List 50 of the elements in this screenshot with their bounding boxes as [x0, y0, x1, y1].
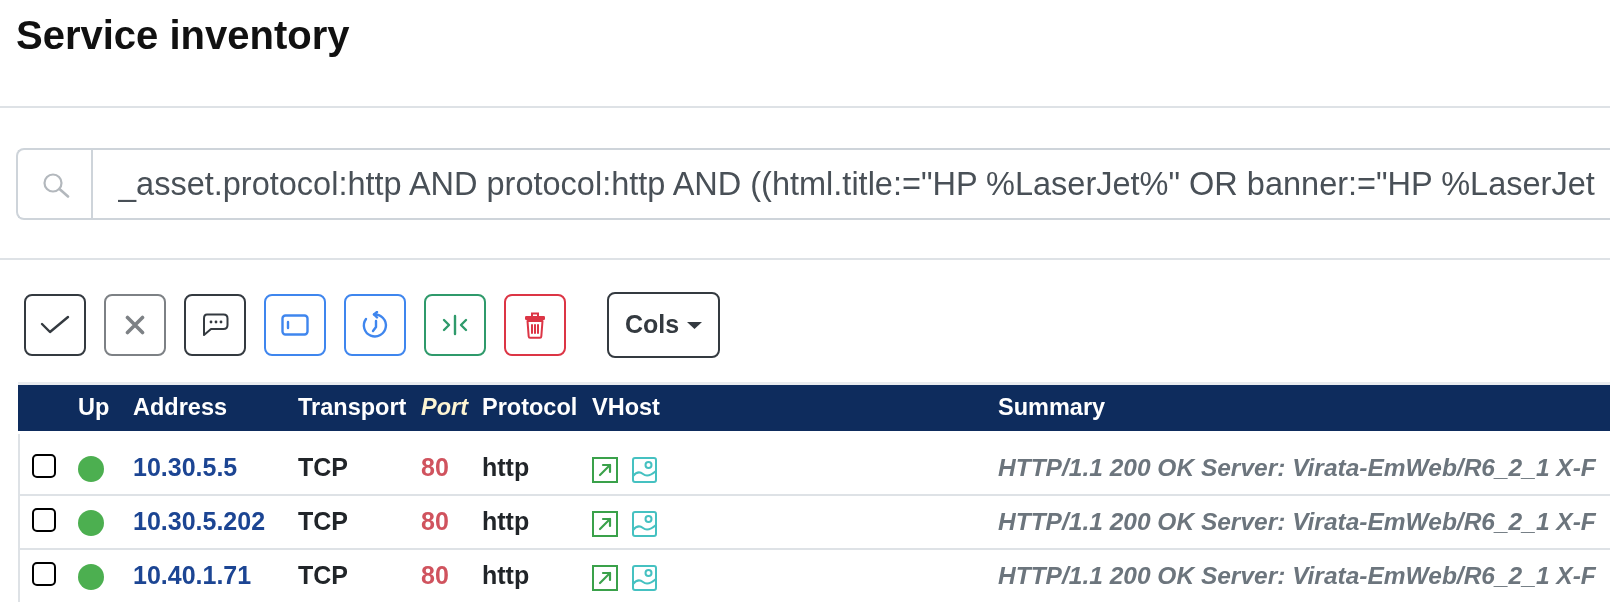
rectangle-icon [281, 314, 309, 336]
delete-button[interactable] [504, 294, 566, 356]
search-icon [42, 172, 70, 198]
column-header[interactable]: Protocol [482, 390, 578, 426]
external-link-icon[interactable] [592, 456, 618, 483]
column-header[interactable]: Transport [298, 390, 407, 426]
page-title: Service inventory [16, 12, 350, 59]
protocol-cell-text: http [482, 560, 530, 592]
transport-cell-text: TCP [298, 452, 348, 484]
comment-button[interactable] [184, 294, 246, 356]
column-header[interactable]: Port [421, 390, 468, 426]
address-link[interactable]: 10.30.5.5 [133, 449, 238, 487]
columns-dropdown-button[interactable]: Cols [607, 292, 720, 358]
port-cell-text: 80 [421, 560, 449, 592]
close-icon [125, 315, 145, 335]
check-icon [40, 315, 70, 335]
confirm-button[interactable] [24, 294, 86, 356]
collapse-icon [440, 314, 470, 336]
column-header[interactable]: Summary [998, 390, 1106, 426]
summary-cell-text: HTTP/1.1 200 OK Server: Virata-EmWeb/R6_2_1 X-F [998, 560, 1596, 591]
row-checkbox[interactable] [32, 507, 56, 532]
row-checkbox[interactable] [32, 453, 56, 478]
trash-icon [524, 311, 546, 339]
transport-cell-text: TCP [298, 560, 348, 592]
image-icon[interactable] [632, 510, 657, 537]
rectangle-button[interactable] [264, 294, 326, 356]
address-link[interactable]: 10.30.5.202 [133, 503, 266, 541]
history-icon [361, 311, 389, 339]
protocol-cell-text: http [482, 452, 530, 484]
summary-cell-text: HTTP/1.1 200 OK Server: Virata-EmWeb/R6_2_1 X-F [998, 452, 1596, 483]
summary-cell-text: HTTP/1.1 200 OK Server: Virata-EmWeb/R6_2_1 X-F [998, 506, 1596, 537]
column-header[interactable]: Address [133, 390, 228, 426]
port-cell-text: 80 [421, 506, 449, 538]
row-checkbox[interactable] [32, 561, 56, 586]
cancel-button[interactable] [104, 294, 166, 356]
protocol-cell-text: http [482, 506, 530, 538]
chat-icon [201, 313, 229, 337]
caret-icon [687, 321, 703, 329]
column-header[interactable]: VHost [592, 390, 660, 426]
image-icon[interactable] [632, 564, 657, 591]
external-link-icon[interactable] [592, 510, 618, 537]
port-cell-text: 80 [421, 452, 449, 484]
image-icon[interactable] [632, 456, 657, 483]
history-button[interactable] [344, 294, 406, 356]
column-header[interactable]: Up [78, 390, 110, 426]
address-link[interactable]: 10.40.1.71 [133, 557, 252, 595]
external-link-icon[interactable] [592, 564, 618, 591]
transport-cell-text: TCP [298, 506, 348, 538]
search-field[interactable]: _asset.protocol:http AND protocol:http AND ((html.title:="HP %LaserJet%" OR banner:="HP %LaserJet [16, 148, 1610, 220]
collapse-button[interactable] [424, 294, 486, 356]
